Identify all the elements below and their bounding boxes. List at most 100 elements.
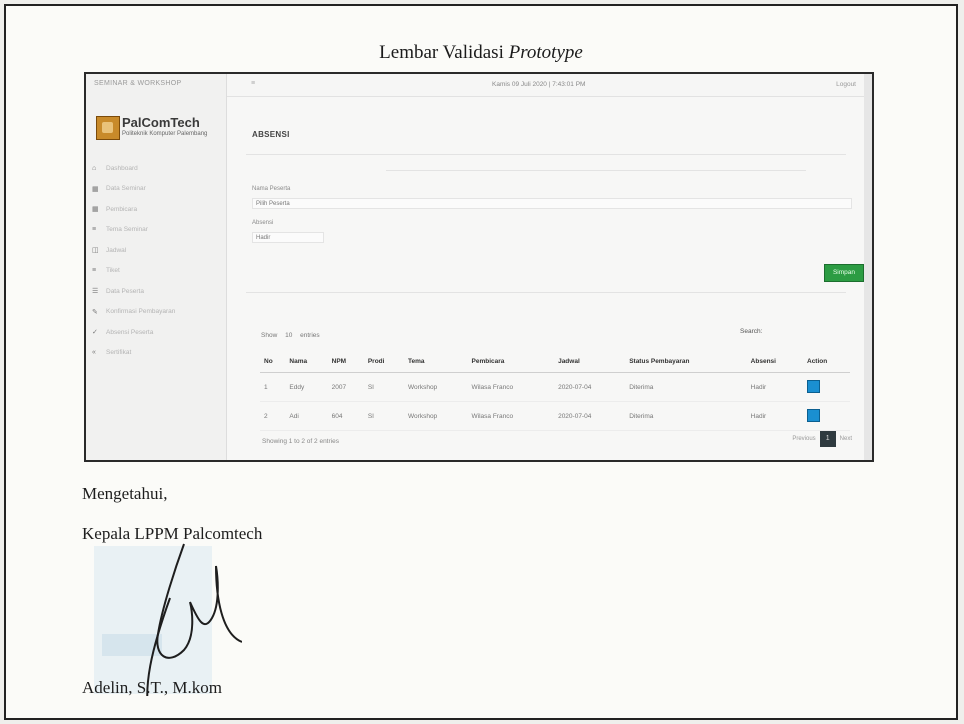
sidebar-item-label: Sertifikat xyxy=(106,349,132,357)
signer-name: Adelin, S.T., M.kom xyxy=(82,678,222,697)
table-cell: 1 xyxy=(260,372,286,402)
attendance-select[interactable]: Hadir xyxy=(252,232,324,243)
table-cell: 2020-07-04 xyxy=(554,372,626,402)
table-row: 2 Adi 604 SI Workshop Wilasa Franco 2020-07-04… xyxy=(260,401,850,431)
document-title: Lembar Validasi Prototype xyxy=(6,42,956,64)
document-page: Lembar Validasi Prototype SEMINAR & WORK… xyxy=(4,4,958,720)
sidebar-item[interactable]: ⌂ Dashboard xyxy=(92,158,175,179)
column-header[interactable]: Tema xyxy=(404,350,468,373)
next-page-button[interactable]: Next xyxy=(840,436,852,442)
entries-select[interactable]: 10 xyxy=(285,332,292,339)
table-cell: Hadir xyxy=(746,401,803,431)
column-header[interactable]: Prodi xyxy=(363,350,405,373)
table-cell: Diterima xyxy=(625,372,747,402)
column-header[interactable]: Status Pembayaran xyxy=(625,350,747,373)
prototype-screenshot: SEMINAR & WORKSHOP PalComTech Politeknik… xyxy=(84,72,874,462)
table-cell: Adi xyxy=(285,401,328,431)
table-body: 1 Eddy 2007 SI Workshop Wilasa Franco 2020-07-… xyxy=(260,372,850,431)
show-entries: Show 10 entries xyxy=(261,332,320,339)
signature-stamp xyxy=(94,543,242,696)
participant-select[interactable]: Pilih Peserta xyxy=(252,198,852,209)
logo-name: PalComTech xyxy=(122,115,200,130)
table-cell: 2007 xyxy=(327,372,364,402)
attendance-table: No Nama NPM Prodi Tema Pembicara Jadwal Status … xyxy=(260,350,850,431)
menu-toggle-icon[interactable]: ≡ xyxy=(251,80,255,87)
table-cell: Wilasa Franco xyxy=(467,372,555,402)
divider xyxy=(246,154,846,155)
title-prefix: Lembar Validasi xyxy=(379,42,504,63)
grid-icon: ▦ xyxy=(92,185,99,193)
previous-page-button[interactable]: Previous xyxy=(792,436,815,442)
chevron-icon: « xyxy=(92,349,96,357)
sidebar-item[interactable]: ≡ Tiket xyxy=(92,261,175,282)
participant-label: Nama Peserta xyxy=(252,186,291,192)
sidebar-item-label: Konfirmasi Pembayaran xyxy=(106,308,176,316)
sidebar-item[interactable]: ☰ Data Peserta xyxy=(92,281,175,302)
sidebar-item-label: Absensi Peserta xyxy=(106,328,154,336)
edit-action-button[interactable] xyxy=(807,408,820,422)
table-cell: SI xyxy=(363,372,405,402)
sidebar-item[interactable]: ▦ Pembicara xyxy=(92,199,175,220)
brand-logo: PalComTech Politeknik Komputer Palembang xyxy=(96,114,216,148)
attendance-label: Absensi xyxy=(252,220,274,226)
sidebar-item[interactable]: « Sertifikat xyxy=(92,343,175,364)
sidebar-item[interactable]: ▦ Data Seminar xyxy=(92,179,175,200)
table-cell: 2020-07-04 xyxy=(554,401,626,431)
sidebar: SEMINAR & WORKSHOP PalComTech Politeknik… xyxy=(86,74,227,460)
column-header[interactable]: Absensi xyxy=(746,350,803,373)
show-label: Show xyxy=(261,332,278,339)
pagination: Previous 1 Next xyxy=(792,431,852,447)
sidebar-item[interactable]: ✎ Konfirmasi Pembayaran xyxy=(92,302,175,323)
sidebar-item-label: Pembicara xyxy=(106,205,138,213)
logout-link[interactable]: Logout xyxy=(836,81,856,88)
acknowledged-text: Mengetahui, xyxy=(82,484,168,503)
sidebar-item-label: Tema Seminar xyxy=(106,226,148,234)
users-icon: ☰ xyxy=(92,288,99,296)
sidebar-item-label: Jadwal xyxy=(106,246,127,254)
sidebar-menu: ⌂ Dashboard ▦ Data Seminar ▦ Pembicara ≡ Tema S… xyxy=(92,158,175,363)
table-cell: Wilasa Franco xyxy=(467,401,555,431)
title-italic: Prototype xyxy=(508,42,583,63)
column-header[interactable]: NPM xyxy=(327,350,364,373)
home-icon: ⌂ xyxy=(92,164,97,172)
sidebar-item-label: Dashboard xyxy=(106,164,138,172)
search-label: Search: xyxy=(740,328,763,335)
table-cell: 604 xyxy=(327,401,364,431)
sidebar-item[interactable]: ≡ Tema Seminar xyxy=(92,220,175,241)
column-header[interactable]: Nama xyxy=(285,350,328,373)
logo-emblem-icon xyxy=(96,116,120,140)
datetime-display: Kamis 09 Juli 2020 | 7:43:01 PM xyxy=(492,81,586,88)
sidebar-item-label: Tiket xyxy=(106,267,120,275)
column-header[interactable]: Pembicara xyxy=(467,350,555,373)
table-cell: SI xyxy=(363,401,405,431)
divider xyxy=(246,292,846,293)
table-row: 1 Eddy 2007 SI Workshop Wilasa Franco 2020-07-… xyxy=(260,372,850,402)
showing-entries: Showing 1 to 2 of 2 entries xyxy=(262,438,339,445)
save-button[interactable]: Simpan xyxy=(824,264,864,282)
sidebar-header: SEMINAR & WORKSHOP xyxy=(94,80,182,87)
calendar-icon: ◫ xyxy=(92,247,99,255)
table-cell: Diterima xyxy=(625,401,747,431)
action-cell xyxy=(803,372,850,402)
column-header[interactable]: Action xyxy=(803,350,850,373)
sidebar-item-label: Data Seminar xyxy=(106,185,146,193)
divider xyxy=(386,170,806,171)
scrollbar[interactable] xyxy=(864,74,872,460)
column-header[interactable]: No xyxy=(260,350,286,373)
edit-icon: ✎ xyxy=(92,308,98,316)
sidebar-item[interactable]: ◫ Jadwal xyxy=(92,240,175,261)
page-1-button[interactable]: 1 xyxy=(819,431,836,447)
sidebar-item[interactable]: ✓ Absensi Peserta xyxy=(92,322,175,343)
stamp-background xyxy=(94,546,212,694)
topbar: ≡ Kamis 09 Juli 2020 | 7:43:01 PM Logout xyxy=(227,74,872,97)
sidebar-item-label: Data Peserta xyxy=(106,287,144,295)
list-icon: ≡ xyxy=(92,226,97,234)
column-header[interactable]: Jadwal xyxy=(554,350,626,373)
edit-action-button[interactable] xyxy=(807,379,820,393)
table-cell: 2 xyxy=(260,401,286,431)
table-cell: Workshop xyxy=(404,401,468,431)
table-header-row: No Nama NPM Prodi Tema Pembicara Jadwal Status … xyxy=(260,350,850,373)
logo-tagline: Politeknik Komputer Palembang xyxy=(122,131,208,137)
grid-icon: ▦ xyxy=(92,206,99,214)
table-cell: Eddy xyxy=(285,372,328,402)
